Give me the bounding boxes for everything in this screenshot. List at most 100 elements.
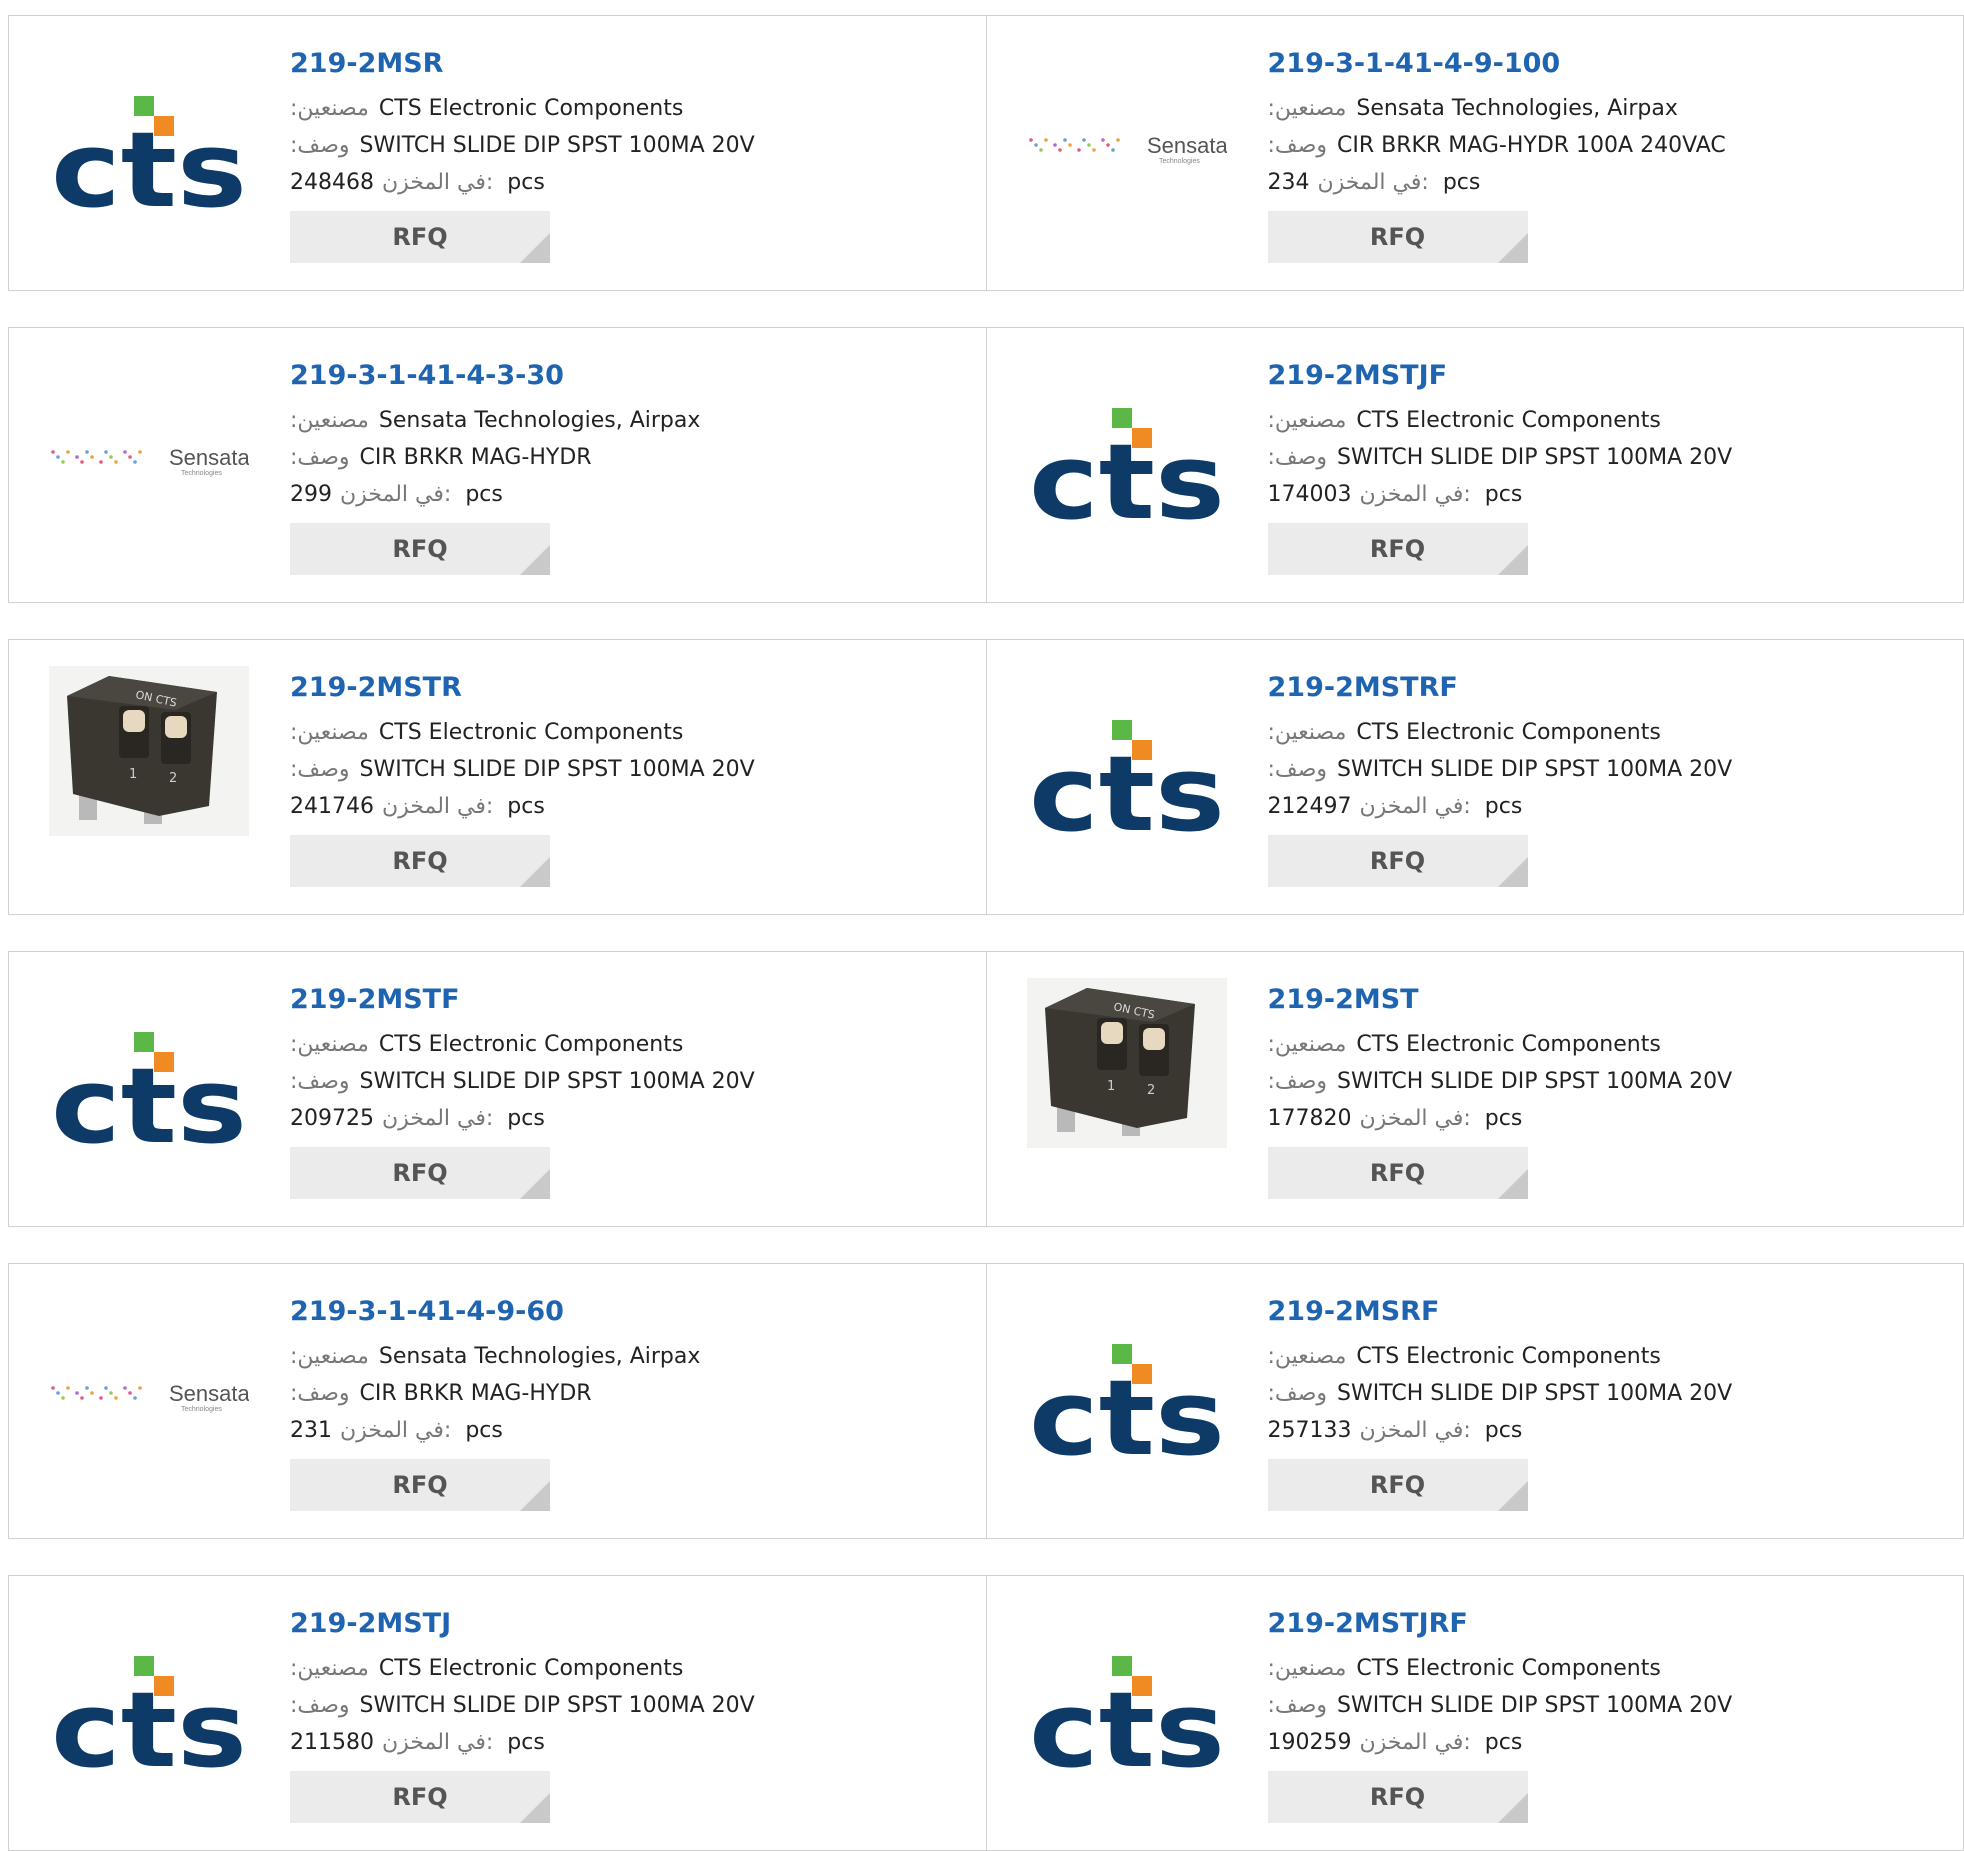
manufacturer-logo[interactable]: cts (1027, 720, 1227, 836)
part-number-link[interactable]: 219-2MSR (290, 46, 950, 82)
cts-logo: cts (51, 1656, 247, 1772)
rfq-label: RFQ (392, 1159, 448, 1187)
stock-line: 211580 في المخزن: pcs (290, 1724, 950, 1761)
stock-value: 212497 (1267, 794, 1352, 819)
rfq-button[interactable]: RFQ (290, 211, 550, 263)
stock-label: في المخزن: (1359, 1730, 1471, 1755)
product-info: 219-2MSR:مصنعين CTS Electronic Components… (290, 46, 950, 263)
part-number-link[interactable]: 219-2MSTJ (290, 1606, 950, 1642)
rfq-label: RFQ (392, 1783, 448, 1811)
rfq-label: RFQ (392, 1471, 448, 1499)
product-info: 219-3-1-41-4-9-100:مصنعين Sensata Technol… (1267, 46, 1928, 263)
product-info: 219-2MSTRF:مصنعين CTS Electronic Componen… (1267, 670, 1928, 887)
manufacturer-logo[interactable]: Sensata Technologies (1027, 96, 1227, 212)
stock-value: 211580 (290, 1730, 374, 1755)
stock-value: 257133 (1267, 1418, 1352, 1443)
rfq-button[interactable]: RFQ (1267, 523, 1528, 575)
product-card: cts 219-2MSTF:مصنعين CTS Electronic Compon… (9, 952, 986, 1226)
cts-logo: cts (51, 1032, 247, 1148)
stock-label: في المخزن: (1359, 1418, 1471, 1443)
manufacturer-logo[interactable]: Sensata Technologies (49, 1344, 249, 1460)
stock-line: 190259 في المخزن: pcs (1268, 1724, 1928, 1761)
description-line: :وصف SWITCH SLIDE DIP SPST 100MA 20V (1268, 1687, 1928, 1724)
manufacturer-value: CTS Electronic Components (1356, 408, 1661, 433)
part-number-link[interactable]: 219-2MSRF (1268, 1294, 1928, 1330)
description-label: :وصف (290, 1381, 350, 1406)
rfq-button[interactable]: RFQ (290, 835, 550, 887)
svg-text:1: 1 (129, 767, 137, 782)
manufacturer-logo[interactable]: cts (49, 1032, 249, 1148)
stock-unit: pcs (507, 794, 545, 819)
part-number-link[interactable]: 219-2MSTRF (1268, 670, 1928, 706)
manufacturer-label: :مصنعين (290, 96, 369, 121)
manufacturer-logo[interactable]: Sensata Technologies (49, 408, 249, 524)
part-number-link[interactable]: 219-3-1-41-4-9-100 (1268, 46, 1928, 82)
manufacturer-label: :مصنعين (290, 720, 369, 745)
manufacturer-logo[interactable]: ON CTS 1 2 (1026, 978, 1227, 1148)
rfq-button[interactable]: RFQ (1267, 1147, 1528, 1199)
stock-unit: pcs (1484, 482, 1523, 507)
manufacturer-line: :مصنعين Sensata Technologies, Airpax (290, 402, 950, 439)
description-value: SWITCH SLIDE DIP SPST 100MA 20V (1337, 1381, 1733, 1406)
svg-text:Sensata: Sensata (1147, 133, 1227, 158)
rfq-label: RFQ (392, 223, 448, 251)
description-value: CIR BRKR MAG-HYDR (359, 1381, 592, 1406)
cts-logo: cts (1029, 1656, 1225, 1772)
rfq-button[interactable]: RFQ (1267, 835, 1528, 887)
rfq-button[interactable]: RFQ (1267, 1459, 1528, 1511)
product-row: cts 219-2MSTF :مصنعين CTS Electronic Compon… (8, 951, 1964, 1227)
rfq-corner-decoration (1497, 1793, 1528, 1823)
part-number-link[interactable]: 219-3-1-41-4-9-60 (290, 1294, 950, 1330)
rfq-button[interactable]: RFQ (1267, 211, 1528, 263)
manufacturer-logo[interactable]: cts (1027, 1344, 1227, 1460)
manufacturer-logo[interactable]: cts (49, 96, 249, 212)
description-line: :وصف SWITCH SLIDE DIP SPST 100MA 20V (290, 1063, 950, 1100)
manufacturer-value: CTS Electronic Components (378, 1656, 684, 1681)
stock-label: في المخزن: (340, 482, 452, 507)
part-number-link[interactable]: 219-2MST (1268, 982, 1928, 1018)
svg-text:cts: cts (1029, 733, 1225, 836)
product-info: 219-2MSTJF:مصنعين CTS Electronic Componen… (1267, 358, 1928, 575)
stock-value: 190259 (1267, 1730, 1352, 1755)
manufacturer-logo[interactable]: cts (1027, 408, 1227, 524)
rfq-corner-decoration (520, 1481, 550, 1511)
rfq-label: RFQ (1369, 1783, 1426, 1811)
description-line: :وصف CIR BRKR MAG-HYDR 100A 240VAC (1268, 127, 1928, 164)
part-number-link[interactable]: 219-3-1-41-4-3-30 (290, 358, 950, 394)
product-card: ON CTS 1 2 219-2MSTR:مصنعين CTS Electronic C… (9, 640, 986, 914)
stock-line: 231 في المخزن: pcs (290, 1412, 950, 1449)
part-number-link[interactable]: 219-2MSTF (290, 982, 950, 1018)
dip-switch-photo: ON CTS1 2 (49, 666, 249, 836)
description-label: :وصف (1267, 757, 1328, 782)
part-number-link[interactable]: 219-2MSTJRF (1268, 1606, 1928, 1642)
rfq-button[interactable]: RFQ (290, 1147, 550, 1199)
rfq-button[interactable]: RFQ (290, 1771, 550, 1823)
rfq-button[interactable]: RFQ (1267, 1771, 1528, 1823)
manufacturer-label: :مصنعين (1267, 720, 1347, 745)
manufacturer-value: Sensata Technologies, Airpax (378, 408, 701, 433)
stock-line: 212497 في المخزن: pcs (1268, 788, 1928, 825)
part-number-link[interactable]: 219-2MSTJF (1268, 358, 1928, 394)
rfq-button[interactable]: RFQ (290, 1459, 550, 1511)
manufacturer-logo[interactable]: ON CTS 1 2 (49, 666, 249, 836)
stock-label: في المخزن: (381, 1106, 494, 1131)
manufacturer-label: :مصنعين (1267, 1344, 1347, 1369)
rfq-button[interactable]: RFQ (290, 523, 550, 575)
description-value: CIR BRKR MAG-HYDR (359, 445, 592, 470)
part-number-link[interactable]: 219-2MSTR (290, 670, 950, 706)
manufacturer-logo[interactable]: cts (49, 1656, 249, 1772)
stock-value: 234 (1267, 170, 1310, 195)
manufacturer-label: :مصنعين (1267, 96, 1347, 121)
manufacturer-logo[interactable]: cts (1027, 1656, 1227, 1772)
description-label: :وصف (290, 757, 350, 782)
manufacturer-line: :مصنعين CTS Electronic Components (1268, 1026, 1928, 1063)
description-label: :وصف (1267, 1069, 1328, 1094)
rfq-label: RFQ (392, 535, 448, 563)
manufacturer-label: :مصنعين (290, 1344, 369, 1369)
description-line: :وصف SWITCH SLIDE DIP SPST 100MA 20V (1268, 1063, 1928, 1100)
product-info: 219-2MSRF:مصنعين CTS Electronic Component… (1267, 1294, 1928, 1511)
svg-text:Sensata: Sensata (169, 1381, 249, 1406)
description-value: SWITCH SLIDE DIP SPST 100MA 20V (1337, 1693, 1733, 1718)
description-line: :وصف SWITCH SLIDE DIP SPST 100MA 20V (1268, 751, 1928, 788)
stock-label: في المخزن: (381, 1730, 494, 1755)
